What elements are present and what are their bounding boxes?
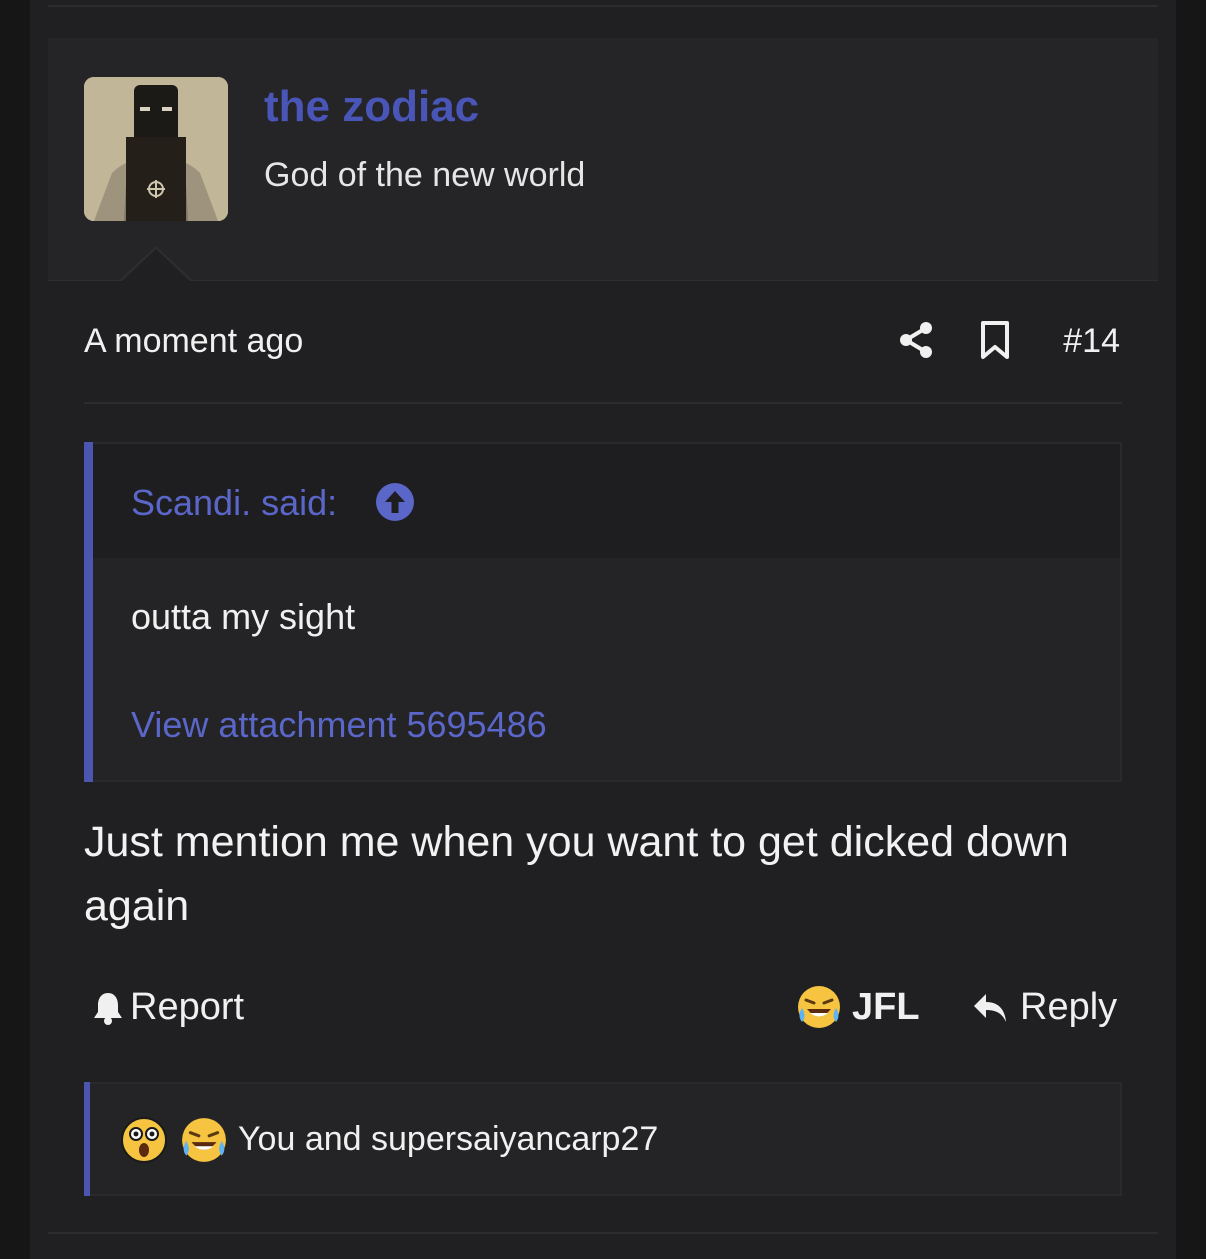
bookmark-icon[interactable] [980, 320, 1010, 360]
reactions-bar[interactable]: You and supersaiyancarp27 [84, 1082, 1122, 1196]
attachment-link[interactable]: View attachment 5695486 [131, 704, 547, 746]
bell-icon [94, 992, 122, 1025]
laughing-crying-emoji-icon [182, 1118, 226, 1162]
jfl-reaction-button[interactable]: JFL [796, 984, 920, 1030]
author-title: God of the new world [264, 156, 586, 194]
post-body: Just mention me when you want to get dic… [84, 818, 1069, 930]
divider [48, 5, 1158, 7]
user-card: the zodiac God of the new world [48, 38, 1158, 281]
quote-author[interactable]: Scandi. said: [131, 482, 337, 524]
reaction-emojis [120, 1116, 228, 1164]
report-button[interactable]: Report [92, 986, 244, 1029]
arrow-up-circle-icon[interactable] [375, 482, 415, 522]
reply-label: Reply [1020, 986, 1118, 1028]
user-card-pointer-fill [122, 249, 190, 281]
reaction-summary[interactable]: You and supersaiyancarp27 [238, 1120, 658, 1159]
avatar[interactable] [84, 77, 228, 221]
post-number[interactable]: #14 [1063, 322, 1120, 361]
divider [48, 1232, 1158, 1234]
post-timestamp[interactable]: A moment ago [84, 322, 303, 361]
post-actions: Report JFL Reply [84, 984, 1124, 1034]
reactions-bar-accent [84, 1082, 90, 1196]
divider [84, 402, 1122, 404]
laughing-crying-emoji-icon [798, 986, 840, 1028]
jfl-label: JFL [852, 985, 920, 1028]
quote-bar [84, 442, 93, 782]
post-meta: A moment ago #14 [84, 318, 1122, 368]
quote-text: outta my sight [131, 596, 356, 637]
shocked-emoji-icon [121, 1117, 167, 1163]
reply-button[interactable]: Reply [972, 986, 1117, 1029]
quote-block: Scandi. said: outta my sight View attach… [84, 442, 1122, 782]
reply-arrow-icon [974, 993, 1006, 1022]
report-label: Report [130, 986, 245, 1028]
author-name[interactable]: the zodiac [264, 82, 479, 132]
share-icon[interactable] [898, 320, 934, 360]
quote-header: Scandi. said: [93, 444, 1120, 558]
